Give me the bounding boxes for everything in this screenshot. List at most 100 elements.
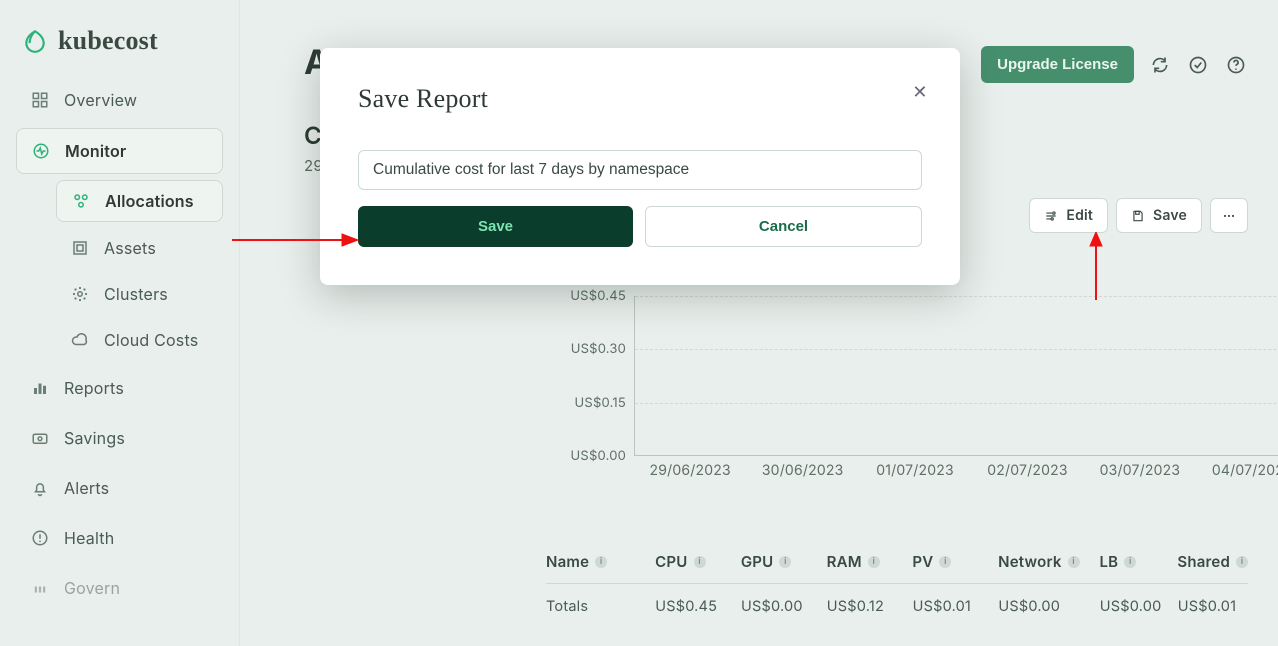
- td-network: US$0.00: [998, 598, 1099, 615]
- app-name: kubecost: [58, 26, 158, 56]
- nav-monitor[interactable]: Monitor: [16, 128, 223, 174]
- assets-icon: [70, 239, 90, 257]
- td-shared: US$0.01: [1178, 598, 1248, 615]
- nav-label: Clusters: [104, 284, 168, 304]
- nav-savings[interactable]: Savings: [16, 416, 223, 460]
- info-icon[interactable]: i: [1124, 556, 1136, 568]
- app-logo: kubecost: [22, 26, 217, 56]
- chart-x-tick: 01/07/2023: [859, 462, 971, 479]
- nav-reports[interactable]: Reports: [16, 366, 223, 410]
- save-button[interactable]: Save: [1116, 198, 1202, 233]
- nav-allocations[interactable]: Allocations: [56, 180, 223, 222]
- help-icon[interactable]: [1224, 53, 1248, 77]
- chart-gridline: [635, 403, 1278, 404]
- th: LB: [1099, 552, 1118, 571]
- date-range: 29: [304, 156, 1248, 175]
- th: GPU: [741, 552, 774, 571]
- govern-icon: [30, 579, 50, 597]
- savings-icon: [30, 429, 50, 447]
- nav-label: Reports: [64, 378, 124, 398]
- check-circle-icon[interactable]: [1186, 53, 1210, 77]
- edit-label: Edit: [1066, 207, 1093, 224]
- nav-alerts[interactable]: Alerts: [16, 466, 223, 510]
- top-actions: Upgrade License: [981, 46, 1248, 83]
- more-button[interactable]: [1210, 198, 1248, 233]
- chart-y-tick: US$0.30: [571, 341, 626, 357]
- nav-govern[interactable]: Govern: [16, 566, 223, 610]
- upgrade-license-button[interactable]: Upgrade License: [981, 46, 1134, 83]
- th: RAM: [827, 552, 862, 571]
- nav-label: Alerts: [64, 478, 109, 498]
- chart-x-axis: 29/06/202330/06/202301/07/202302/07/2023…: [634, 462, 1278, 479]
- save-label: Save: [1153, 207, 1187, 224]
- main-content: A Upgrade License C 29 Edit Save US$0.00…: [240, 0, 1278, 646]
- th: Network: [998, 552, 1061, 571]
- info-icon[interactable]: i: [595, 556, 607, 568]
- nav-label: Savings: [64, 428, 125, 448]
- td-gpu: US$0.00: [741, 598, 827, 615]
- nav-label: Allocations: [105, 191, 194, 211]
- nav-label: Monitor: [65, 141, 126, 161]
- nav-clusters[interactable]: Clusters: [56, 274, 223, 314]
- more-horizontal-icon: [1221, 208, 1237, 224]
- info-icon[interactable]: i: [1068, 556, 1080, 568]
- save-icon: [1131, 209, 1145, 223]
- cost-chart: US$0.00US$0.15US$0.30US$0.45 29/06/20233…: [546, 296, 1278, 486]
- chart-gridline: [635, 349, 1278, 350]
- chart-x-tick: 30/06/2023: [746, 462, 858, 479]
- health-icon: [30, 529, 50, 547]
- nav-label: Overview: [64, 90, 137, 110]
- sliders-icon: [1044, 209, 1058, 223]
- td-cpu: US$0.45: [655, 598, 741, 615]
- chart-y-tick: US$0.45: [570, 288, 626, 304]
- nav-monitor-children: Allocations Assets Clusters Cloud Costs: [56, 180, 223, 360]
- sidebar: kubecost Overview Monitor Allocations As…: [0, 0, 240, 646]
- th: CPU: [655, 552, 687, 571]
- info-icon[interactable]: i: [779, 556, 791, 568]
- th: PV: [912, 552, 933, 571]
- subtitle: C: [304, 121, 1248, 150]
- info-icon[interactable]: i: [939, 556, 951, 568]
- annotation-arrow-to-save-pill: [1086, 232, 1106, 300]
- nav-label: Assets: [104, 238, 156, 258]
- pulse-icon: [31, 142, 51, 160]
- clusters-icon: [70, 285, 90, 303]
- nav-cloud-costs[interactable]: Cloud Costs: [56, 320, 223, 360]
- chart-grid: [634, 296, 1278, 456]
- info-icon[interactable]: i: [868, 556, 880, 568]
- info-icon[interactable]: i: [1236, 556, 1248, 568]
- edit-button[interactable]: Edit: [1029, 198, 1108, 233]
- td-lb: US$0.00: [1100, 598, 1178, 615]
- chart-gridline: [635, 296, 1278, 297]
- table-header: Namei CPUi GPUi RAMi PVi Networki LBi Sh…: [546, 540, 1248, 584]
- chart-y-tick: US$0.00: [571, 448, 626, 464]
- reports-icon: [30, 379, 50, 397]
- leaf-icon: [22, 28, 48, 54]
- chart-y-axis: US$0.00US$0.15US$0.30US$0.45: [546, 296, 630, 456]
- nav-health[interactable]: Health: [16, 516, 223, 560]
- bell-icon: [30, 479, 50, 497]
- th: Shared: [1177, 552, 1230, 571]
- nav-label: Health: [64, 528, 114, 548]
- chart-x-tick: 29/06/2023: [634, 462, 746, 479]
- table-row: Totals US$0.45 US$0.00 US$0.12 US$0.01 U…: [546, 584, 1248, 629]
- nav-label: Govern: [64, 578, 120, 598]
- td-ram: US$0.12: [827, 598, 913, 615]
- report-toolbar: Edit Save: [1029, 198, 1248, 233]
- chart-y-tick: US$0.15: [575, 395, 626, 411]
- refresh-icon[interactable]: [1148, 53, 1172, 77]
- nav-label: Cloud Costs: [104, 330, 198, 350]
- td-pv: US$0.01: [913, 598, 999, 615]
- grid-icon: [30, 91, 50, 109]
- td-name: Totals: [546, 598, 655, 615]
- cost-table: Namei CPUi GPUi RAMi PVi Networki LBi Sh…: [546, 540, 1248, 629]
- chart-x-tick: 03/07/2023: [1084, 462, 1196, 479]
- chart-x-tick: 02/07/2023: [971, 462, 1083, 479]
- nav-overview[interactable]: Overview: [16, 78, 223, 122]
- nav-assets[interactable]: Assets: [56, 228, 223, 268]
- chart-x-tick: 04/07/2023: [1196, 462, 1278, 479]
- info-icon[interactable]: i: [694, 556, 706, 568]
- allocations-icon: [71, 192, 91, 210]
- th: Name: [546, 552, 589, 571]
- cloud-icon: [70, 331, 90, 349]
